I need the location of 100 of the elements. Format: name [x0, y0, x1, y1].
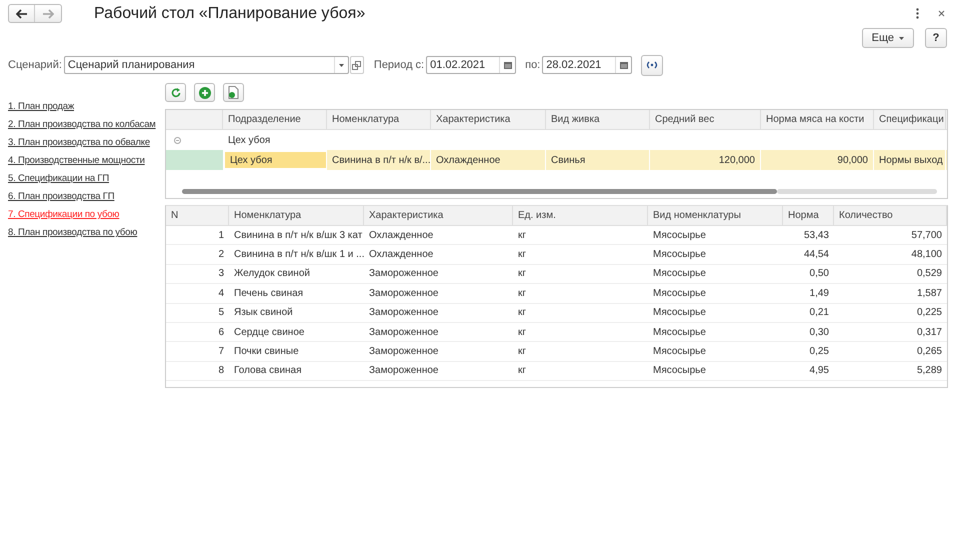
table-cell-text: Мясосырье	[652, 267, 707, 282]
table-cell-text: Мясосырье	[652, 364, 707, 378]
add-document-button[interactable]	[223, 83, 244, 102]
table-cell-text: Почки свиные	[233, 345, 300, 360]
period-button[interactable]	[641, 54, 664, 76]
table-cell-text: кг	[517, 228, 528, 243]
table-cell-text: кг	[517, 306, 528, 320]
table-cell-text: Мясосырье	[652, 345, 707, 360]
table-cell: Свинина в п/т н/к в/...	[327, 150, 431, 170]
sidebar-link[interactable]: 3. План производства по обвалке	[8, 136, 165, 149]
table-cell-text: Свинина в п/т н/к в/шк 1 и ...	[233, 248, 364, 262]
column-header: Спецификаци	[874, 110, 946, 129]
table-cell-text: Охлажденное	[368, 228, 434, 243]
column-header: Вид живка	[546, 110, 650, 129]
scenario-label: Сценарий:	[8, 58, 62, 73]
table-cell-text: 44,54	[802, 248, 830, 262]
table-cell-text: 1	[217, 228, 225, 243]
date-field[interactable]: 01.02.2021	[426, 56, 516, 74]
period-from-label: Период с:	[374, 58, 424, 73]
minus-circle-icon	[174, 136, 181, 144]
table-cell-text: кг	[517, 286, 528, 301]
refresh-icon	[170, 88, 180, 98]
table-cell: 90,000	[761, 150, 874, 170]
table-cell-text: 0,25	[808, 345, 830, 360]
sidebar-link[interactable]: 2. План производства по колбасам	[8, 118, 165, 131]
group-label: Цех убоя	[227, 134, 270, 148]
table-row[interactable]: Цех убоя Свинина в п/т н/к в/... Охлажденное Свинья 120,000 90,000 Нормы выход	[166, 150, 947, 170]
table-cell-text: 6	[217, 326, 225, 340]
table-cell-text: 4	[217, 286, 225, 301]
sidebar-link[interactable]: 1. План продаж	[8, 100, 165, 113]
calendar-icon	[620, 61, 628, 69]
date-field[interactable]: 28.02.2021	[542, 56, 632, 74]
caret-icon	[899, 36, 904, 40]
column-header: Ед. изм.	[513, 206, 648, 225]
document-icon	[228, 86, 239, 99]
table-cell-text: Сердце свиное	[233, 326, 306, 340]
table-cell-text: 0,50	[808, 267, 830, 282]
sidebar-link[interactable]: 4. Производственные мощности	[8, 154, 165, 167]
table-cell-text: кг	[517, 267, 528, 282]
table-cell-text: Желудок свиной	[233, 267, 311, 282]
left-arrow-icon	[16, 8, 28, 18]
kebab-icon	[916, 8, 918, 19]
table-cell-text: Голова свиная	[233, 364, 303, 378]
table-cell-text: кг	[517, 364, 528, 378]
group-toggle[interactable]	[174, 136, 181, 144]
table-cell-text: 53,43	[802, 228, 830, 243]
table-cell-text: Замороженное	[368, 364, 440, 378]
right-arrow-icon	[42, 8, 54, 18]
help-button[interactable]: ?	[925, 28, 947, 48]
table-cell-text: Мясосырье	[652, 326, 707, 340]
sidebar-link[interactable]: 5. Спецификации на ГП	[8, 172, 165, 185]
table-cell: 120,000	[650, 150, 761, 170]
table-cell-text: Свинина в п/т н/к в/шк 3 кат	[233, 228, 364, 243]
table-cell-text: 4,95	[808, 364, 830, 378]
period-to-label: по:	[525, 58, 540, 73]
table-cell-text: 5,289	[916, 364, 943, 378]
refresh-button[interactable]	[165, 83, 186, 102]
table-cell-text: Мясосырье	[652, 306, 707, 320]
more-button[interactable]: Еще	[862, 28, 914, 48]
table-cell-text: Охлажденное	[368, 248, 434, 262]
add-button[interactable]	[194, 83, 215, 102]
table-cell-text: 1,587	[916, 286, 943, 301]
copy-icon	[352, 60, 362, 70]
column-header: Вид номенклатуры	[648, 206, 783, 225]
table-cell-text: 2	[217, 248, 225, 262]
column-header: Норма	[783, 206, 834, 225]
table-cell-text: 48,100	[910, 248, 943, 262]
column-header: Характеристика	[364, 206, 513, 225]
broadcast-icon	[646, 61, 658, 69]
table-cell-text: 3	[217, 267, 225, 282]
column-header: Характеристика	[431, 110, 546, 129]
sidebar-link[interactable]: 8. План производства по убою	[8, 226, 165, 239]
table-cell-text: Печень свиная	[233, 286, 304, 301]
caret-icon	[338, 64, 344, 66]
close-button[interactable]	[936, 8, 946, 18]
window-title: Рабочий стол «Планирование убоя»	[94, 6, 366, 22]
table-cell-text: Замороженное	[368, 345, 440, 360]
table-cell: Охлажденное	[431, 150, 546, 170]
sidebar-link[interactable]: 6. План производства ГП	[8, 190, 165, 203]
table-cell-text: 0,225	[916, 306, 943, 320]
table-cell-text: Замороженное	[368, 286, 440, 301]
table-cell-text: 7	[217, 345, 225, 360]
table-cell-text: кг	[517, 326, 528, 340]
calendar-icon	[504, 61, 512, 69]
table-cell-text: 0,265	[916, 345, 943, 360]
table-cell-text: кг	[517, 248, 528, 262]
column-header: Номенклатура	[327, 110, 431, 129]
row-marker	[166, 150, 223, 170]
table-cell-text: 8	[217, 364, 225, 378]
table-cell-text: 0,529	[916, 267, 943, 282]
scenario-field[interactable]: Сценарий планирования	[64, 56, 349, 74]
table-cell-text: 5	[217, 306, 225, 320]
column-header: Норма мяса на кости	[761, 110, 874, 129]
column-header: Номенклатура	[229, 206, 364, 225]
table-cell-text: 1,49	[808, 286, 830, 301]
plus-icon	[198, 86, 210, 98]
sidebar-link[interactable]: 7. Спецификации по убою	[8, 208, 165, 221]
table-cell-text: кг	[517, 345, 528, 360]
open-button[interactable]	[350, 56, 364, 74]
column-header: Средний вес	[650, 110, 761, 129]
